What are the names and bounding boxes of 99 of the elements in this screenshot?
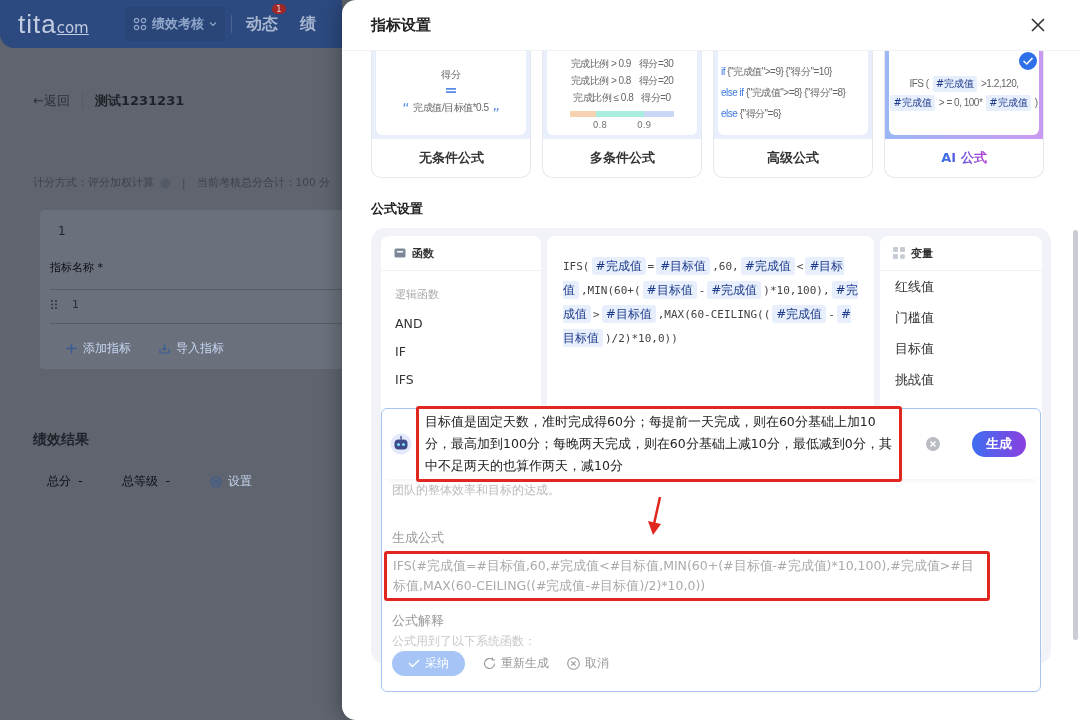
- refresh-icon: [483, 657, 496, 670]
- preview-text: 完成比例 > 0.8: [570, 73, 631, 88]
- nav-link[interactable]: 绩: [299, 13, 316, 33]
- prompt-field[interactable]: 目标值是固定天数，准时完成得60分；每提前一天完成，则在60分基础上加10分，最高加到100分；每晚两天完成，则在60分基础上减10分，最低减到0分，其中不足两天的也算作两天，减10分: [416, 406, 902, 482]
- row-number: 1: [72, 298, 79, 311]
- card-label: 高级公式: [767, 149, 819, 167]
- variable-item[interactable]: 门槛值: [880, 302, 1042, 333]
- scrollbar[interactable]: [1073, 230, 1078, 640]
- formula-text: )*10,100),: [763, 284, 830, 297]
- logo[interactable]: titacom: [18, 8, 89, 40]
- check-badge-icon: [1017, 51, 1039, 72]
- notification-badge: 1: [272, 3, 286, 14]
- formula-type-card[interactable]: IFS ( #完成值 >1.2,120, #完成值 > = 0, 100* #完成值 ) AI 公式: [884, 51, 1044, 178]
- code-line: else {"得分"=6}: [721, 107, 782, 121]
- preview-text: 完成值/目标值*0.5: [413, 101, 489, 115]
- page-title: 测试1231231: [94, 92, 185, 110]
- formula-text: ,MAX(60-CEILING((: [657, 308, 771, 321]
- variable-tag: #完成值: [932, 75, 978, 92]
- description-text: 团队的整体效率和目标的达成。: [392, 483, 561, 498]
- clear-icon[interactable]: [926, 437, 940, 451]
- caret-icon: [208, 21, 217, 27]
- variable-tag: #完成值: [740, 257, 795, 275]
- formula-type-card[interactable]: 完成比例 > 0.9 得分=30 完成比例 > 0.8 得分=20 完成比例 ≤ 0.8 得分=0 0.8 0.9 多条件公式: [542, 51, 702, 178]
- formula-text: <: [796, 260, 804, 273]
- column-header: 指标名称 *: [50, 260, 342, 290]
- variable-tag: #完成值: [772, 305, 827, 323]
- preview-text: 完成比例 > 0.9: [570, 56, 631, 71]
- function-icon: [394, 248, 406, 258]
- variable-item[interactable]: 挑战值: [880, 364, 1042, 395]
- import-icon: [159, 343, 170, 354]
- nav-dropdown[interactable]: 绩效考核: [124, 7, 225, 41]
- variable-tag: #完成值: [707, 281, 762, 299]
- code-line: else if {"完成值">=8} {"得分"=8}: [721, 86, 846, 100]
- generated-formula: IFS(#完成值=#目标值,60,#完成值<#目标值,MIN(60+(#目标值-#完成值)*10,100),#完成值>#目标值,MAX(60-CEILING((#完成值-#目标值)/2)*10,0)): [384, 551, 990, 601]
- import-indicator-link[interactable]: 导入指标: [159, 340, 224, 357]
- settings-icon: [209, 475, 222, 488]
- formula-text: -: [828, 308, 835, 321]
- preview-text: 得分=0: [641, 90, 671, 105]
- group-number: 1: [58, 224, 67, 238]
- separator: |: [182, 177, 186, 189]
- grid-icon: [893, 247, 905, 259]
- formula-text: =: [647, 260, 655, 273]
- formula-text: IFS(: [563, 260, 590, 273]
- formula-text: -: [698, 284, 706, 297]
- tick-label: 0.8: [592, 119, 607, 130]
- add-indicator-link[interactable]: 添加指标: [66, 340, 131, 357]
- function-item[interactable]: IFS: [381, 366, 541, 394]
- preview-text: 得分: [441, 68, 461, 82]
- variable-tag: #完成值: [986, 94, 1031, 111]
- result-item: 总等级 -: [122, 474, 170, 489]
- card-label: 无条件公式: [418, 149, 484, 167]
- cancel-icon: [567, 657, 580, 670]
- preview-text: 完成比例 ≤ 0.8: [573, 90, 634, 105]
- category-label: 逻辑函数: [394, 287, 440, 303]
- variable-tag: #完成值: [591, 257, 646, 275]
- formula-text: )/2)*10,0)): [605, 332, 678, 345]
- plus-icon: [66, 343, 77, 354]
- card-label: 多条件公式: [589, 149, 655, 167]
- dialog-title: 指标设置: [371, 15, 431, 35]
- close-icon[interactable]: [1031, 18, 1045, 32]
- nav-link[interactable]: 动态: [245, 13, 278, 33]
- preview-text: > = 0, 100*: [938, 97, 983, 108]
- section-title: 公式设置: [371, 200, 424, 218]
- variable-tag: #目标值: [642, 281, 697, 299]
- formula-text: ,60,: [712, 260, 739, 273]
- function-item[interactable]: IF: [381, 338, 541, 366]
- preview-text: 得分=20: [638, 73, 674, 88]
- quote-mark: ”: [492, 108, 500, 118]
- section-title: 绩效结果: [33, 431, 90, 449]
- equals-sign: =: [444, 83, 458, 97]
- formula-text: >: [593, 308, 600, 321]
- preview-text: 得分=30: [638, 56, 674, 71]
- result-item: 总分 -: [47, 474, 83, 489]
- generate-button[interactable]: 生成: [972, 431, 1026, 457]
- formula-type-card[interactable]: if {"完成值">=9} {"得分"=10} else if {"完成值">=8} {"得分"=8} else {"得分"=6} 高级公式: [713, 51, 873, 178]
- formula-type-card[interactable]: 得分 = “ 完成值/目标值*0.5 ” 无条件公式: [371, 51, 531, 178]
- tick-label: 0.9: [637, 119, 652, 130]
- panel-title: 变量: [911, 245, 933, 261]
- apps-icon: [132, 17, 147, 31]
- variable-tag: #完成值: [890, 94, 935, 111]
- drag-handle-icon[interactable]: [50, 299, 58, 310]
- card-label: AI 公式: [941, 149, 987, 167]
- variable-tag: #目标值: [601, 305, 656, 323]
- variable-item[interactable]: 目标值: [880, 333, 1042, 364]
- quote-mark: “: [402, 103, 410, 113]
- preview-text: IFS (: [909, 78, 929, 89]
- variable-tag: #目标值: [656, 257, 711, 275]
- settings-link[interactable]: 设置: [209, 473, 252, 490]
- robot-icon: [390, 433, 412, 455]
- code-line: if {"完成值">=9} {"得分"=10}: [721, 65, 833, 79]
- function-item[interactable]: AND: [381, 310, 541, 338]
- variable-item[interactable]: 红线值: [880, 271, 1042, 302]
- section-label: 生成公式: [392, 530, 445, 547]
- check-icon: [408, 659, 420, 668]
- preview-text: ): [1034, 97, 1038, 108]
- preview-text: >1.2,120,: [981, 78, 1019, 89]
- panel-title: 函数: [412, 245, 434, 261]
- section-label: 公式解释: [392, 613, 445, 630]
- formula-text: ,MIN(60+(: [581, 284, 641, 297]
